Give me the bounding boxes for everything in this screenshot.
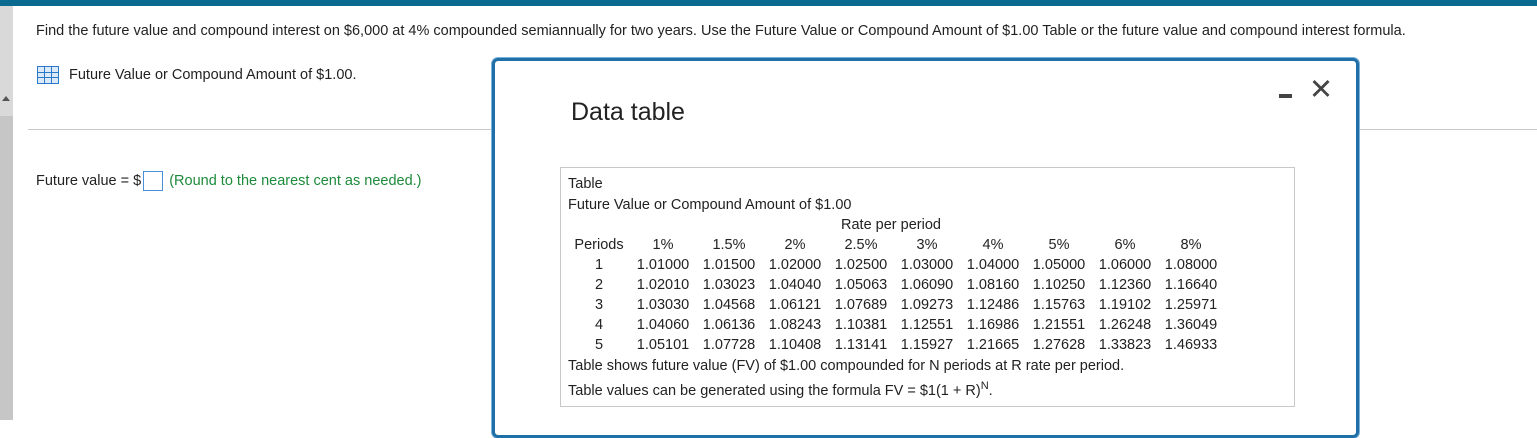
- value-cell: 1.15763: [1032, 297, 1086, 313]
- rate-header-cell: 1%: [652, 237, 674, 253]
- rate-header-cell: 4%: [982, 237, 1004, 253]
- rate-header-cell: 3%: [916, 237, 938, 253]
- value-cell: 1.16986: [966, 317, 1020, 333]
- formula-end: .: [988, 382, 993, 399]
- rate-header-cell: 5%: [1048, 237, 1070, 253]
- value-cell: 1.15927: [900, 337, 954, 353]
- value-cell: 1.05101: [636, 337, 690, 353]
- table-row: 2 1.02010 1.03023 1.04040 1.05063 1.06090 1.08…: [568, 275, 1224, 295]
- value-cell: 1.06121: [768, 297, 822, 313]
- minimize-button[interactable]: [1276, 81, 1296, 101]
- dialog-title: Data table: [571, 98, 685, 126]
- minimize-icon: [1279, 94, 1292, 98]
- value-cell: 1.06000: [1098, 257, 1152, 273]
- value-cell: 1.02500: [834, 257, 888, 273]
- value-cell: 1.01000: [636, 257, 690, 273]
- value-cell: 1.10408: [768, 337, 822, 353]
- value-cell: 1.08000: [1164, 257, 1218, 273]
- left-scrollbar[interactable]: [0, 6, 13, 420]
- value-cell: 1.12486: [966, 297, 1020, 313]
- period-cell: 5: [594, 337, 604, 353]
- table-body: 1 1.01000 1.01500 1.02000 1.02500 1.03000 1.04…: [568, 255, 1224, 355]
- value-cell: 1.27628: [1032, 337, 1086, 353]
- periods-header: Periods: [574, 237, 624, 253]
- value-cell: 1.08160: [966, 277, 1020, 293]
- table-link-label[interactable]: Future Value or Compound Amount of $1.00…: [69, 67, 357, 83]
- future-value-label: Future value = $: [36, 173, 142, 189]
- value-cell: 1.08243: [768, 317, 822, 333]
- value-cell: 1.12551: [900, 317, 954, 333]
- formula-exponent: N: [980, 380, 989, 392]
- value-cell: 1.04568: [702, 297, 756, 313]
- formula-text: Table values can be generated using the …: [568, 382, 981, 399]
- value-cell: 1.09273: [900, 297, 954, 313]
- fv-table: Periods 1% 1.5% 2% 2.5% 3% 4% 5% 6% 8% 1…: [568, 235, 1224, 355]
- value-cell: 1.10381: [834, 317, 888, 333]
- value-cell: 1.33823: [1098, 337, 1152, 353]
- value-cell: 1.01500: [702, 257, 756, 273]
- future-value-input[interactable]: [143, 171, 164, 191]
- period-cell: 4: [594, 317, 604, 333]
- answer-row: Future value = $ (Round to the nearest c…: [36, 171, 422, 191]
- value-cell: 1.46933: [1164, 337, 1218, 353]
- rate-header-cell: 2%: [784, 237, 806, 253]
- value-cell: 1.25971: [1164, 297, 1218, 313]
- table-link[interactable]: Future Value or Compound Amount of $1.00…: [37, 66, 357, 84]
- period-cell: 3: [594, 297, 604, 313]
- table-row: 3 1.03030 1.04568 1.06121 1.07689 1.09273 1.12…: [568, 295, 1224, 315]
- value-cell: 1.03000: [900, 257, 954, 273]
- value-cell: 1.21551: [1032, 317, 1086, 333]
- value-cell: 1.03023: [702, 277, 756, 293]
- value-cell: 1.04060: [636, 317, 690, 333]
- rate-header-cell: 2.5%: [844, 237, 878, 253]
- value-cell: 1.26248: [1098, 317, 1152, 333]
- table-title: Future Value or Compound Amount of $1.00: [568, 197, 852, 213]
- value-cell: 1.04040: [768, 277, 822, 293]
- value-cell: 1.06136: [702, 317, 756, 333]
- value-cell: 1.21665: [966, 337, 1020, 353]
- value-cell: 1.07689: [834, 297, 888, 313]
- value-cell: 1.04000: [966, 257, 1020, 273]
- rate-header-cell: 6%: [1114, 237, 1136, 253]
- rate-header-cell: 1.5%: [712, 237, 746, 253]
- formula-footnote: Table values can be generated using the …: [568, 380, 993, 399]
- table-header-row: Periods 1% 1.5% 2% 2.5% 3% 4% 5% 6% 8%: [568, 235, 1224, 255]
- close-button[interactable]: ✕: [1308, 76, 1334, 105]
- table-row: 5 1.05101 1.07728 1.10408 1.13141 1.15927 1.21…: [568, 335, 1224, 355]
- value-cell: 1.05063: [834, 277, 888, 293]
- value-cell: 1.16640: [1164, 277, 1218, 293]
- value-cell: 1.10250: [1032, 277, 1086, 293]
- question-text: Find the future value and compound inter…: [36, 23, 1406, 39]
- value-cell: 1.19102: [1098, 297, 1152, 313]
- value-cell: 1.12360: [1098, 277, 1152, 293]
- value-cell: 1.05000: [1032, 257, 1086, 273]
- rate-header-cell: 8%: [1180, 237, 1202, 253]
- table-row: 4 1.04060 1.06136 1.08243 1.10381 1.12551 1.16…: [568, 315, 1224, 335]
- data-table-panel: Table Future Value or Compound Amount of…: [560, 167, 1295, 407]
- value-cell: 1.07728: [702, 337, 756, 353]
- table-row: 1 1.01000 1.01500 1.02000 1.02500 1.03000 1.04…: [568, 255, 1224, 275]
- value-cell: 1.02010: [636, 277, 690, 293]
- table-label: Table: [568, 176, 603, 192]
- period-cell: 1: [594, 257, 604, 273]
- value-cell: 1.06090: [900, 277, 954, 293]
- scroll-up-arrow-icon[interactable]: [2, 96, 10, 101]
- value-cell: 1.36049: [1164, 317, 1218, 333]
- rate-per-period-header: Rate per period: [841, 217, 941, 233]
- data-table-dialog: Data table ✕ Table Future Value or Compo…: [492, 58, 1359, 438]
- table-footnote: Table shows future value (FV) of $1.00 c…: [568, 358, 1125, 374]
- top-accent-bar: [0, 0, 1537, 6]
- value-cell: 1.13141: [834, 337, 888, 353]
- value-cell: 1.03030: [636, 297, 690, 313]
- rounding-hint: (Round to the nearest cent as needed.): [169, 173, 422, 189]
- scrollbar-thumb[interactable]: [0, 116, 13, 420]
- value-cell: 1.02000: [768, 257, 822, 273]
- table-grid-icon: [37, 66, 59, 84]
- period-cell: 2: [594, 277, 604, 293]
